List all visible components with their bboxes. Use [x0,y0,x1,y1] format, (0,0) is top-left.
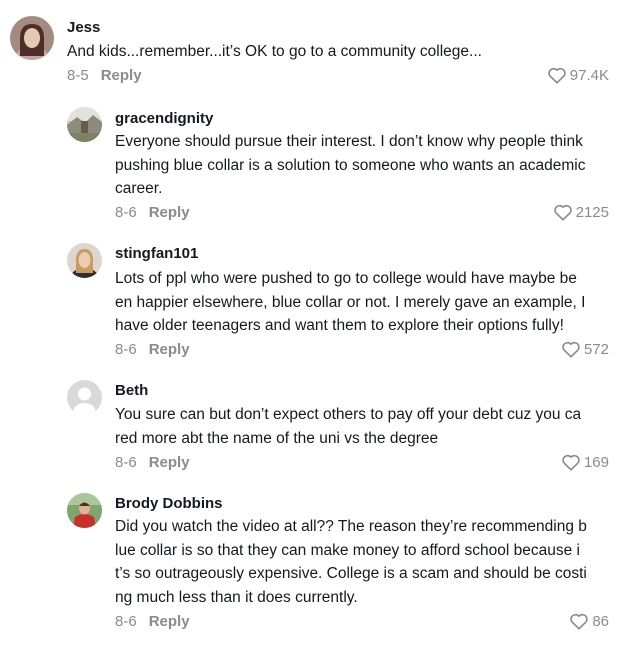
comment-meta: 8-6 Reply [115,341,190,358]
comment-date: 8-6 [115,454,137,471]
comment-meta: 8-6 Reply [115,454,190,471]
avatar[interactable] [67,493,102,528]
comment-text-line: ng much less than it does currently. [115,588,358,606]
comment-text-line: You sure can but don’t expect others to … [115,406,582,423]
username[interactable]: stingfan101 [115,245,198,262]
comment-item: gracendignity Everyone should pursue the… [0,100,629,235]
comment-text: And kids...remember...it’s OK to go to a… [67,40,482,64]
comment-text-line: t’s so outrageously expensive. College i… [115,565,587,582]
like-button[interactable]: 86 [569,612,609,630]
comment-text-line: And kids...remember...it’s OK to go to a… [67,43,482,60]
comment-meta: 8-5 Reply [67,67,142,84]
username[interactable]: Brody Dobbins [115,495,223,512]
comment-text: Everyone should pursue their interest. I… [115,130,585,201]
username[interactable]: gracendignity [115,110,213,127]
reply-button[interactable]: Reply [149,341,190,358]
like-count: 572 [583,340,609,358]
like-button[interactable]: 2125 [553,203,609,221]
like-button[interactable]: 572 [561,340,609,358]
comment-item: stingfan101 Lots of ppl who were pushed … [0,237,629,372]
comment-text: You sure can but don’t expect others to … [115,403,581,450]
comment-text-line: red more abt the name of the uni vs the … [115,429,439,447]
comment-meta: 8-6 Reply [115,204,190,221]
comment-text-line: Lots of ppl who were pushed to go to col… [115,270,577,287]
comment-text-line: en happier elsewhere, blue collar or not… [115,293,586,311]
like-count: 2125 [575,203,609,221]
username[interactable]: Jess [67,19,100,36]
comment-text-line: Everyone should pursue their interest. I… [115,133,583,150]
comment-text-line: career. [115,180,163,197]
comment-date: 8-5 [67,67,89,84]
avatar[interactable] [10,16,54,60]
heart-outline-icon [569,612,589,630]
reply-button[interactable]: Reply [149,613,190,630]
username[interactable]: Beth [115,382,148,399]
comment-text: Did you watch the video at all?? The rea… [115,515,587,609]
comment-text-line: pushing blue collar is a solution to som… [115,156,586,174]
like-button[interactable]: 169 [561,453,609,471]
comment-item: Jess And kids...remember...it’s OK to go… [0,0,629,100]
like-count: 169 [583,453,609,471]
reply-button[interactable]: Reply [101,67,142,84]
comment-date: 8-6 [115,341,137,358]
avatar[interactable] [67,107,102,142]
reply-button[interactable]: Reply [149,204,190,221]
avatar[interactable] [67,243,102,278]
comment-text: Lots of ppl who were pushed to go to col… [115,267,585,338]
comment-date: 8-6 [115,204,137,221]
comment-date: 8-6 [115,613,137,630]
heart-outline-icon [553,203,573,221]
like-button[interactable]: 97.4K [547,66,609,84]
comment-text-line: have older teenagers and want them to ex… [115,317,564,334]
comment-text-line: lue collar is so that they can make mone… [115,541,580,559]
comment-item: Brody Dobbins Did you watch the video at… [0,487,629,642]
heart-outline-icon [547,66,567,84]
comment-item: Beth You sure can but don’t expect other… [0,374,629,484]
avatar[interactable] [67,380,102,415]
like-count: 97.4K [569,66,609,84]
reply-button[interactable]: Reply [149,454,190,471]
comment-meta: 8-6 Reply [115,613,190,630]
comment-text-line: Did you watch the video at all?? The rea… [115,518,587,535]
heart-outline-icon [561,340,581,358]
like-count: 86 [592,612,609,630]
heart-outline-icon [561,453,581,471]
